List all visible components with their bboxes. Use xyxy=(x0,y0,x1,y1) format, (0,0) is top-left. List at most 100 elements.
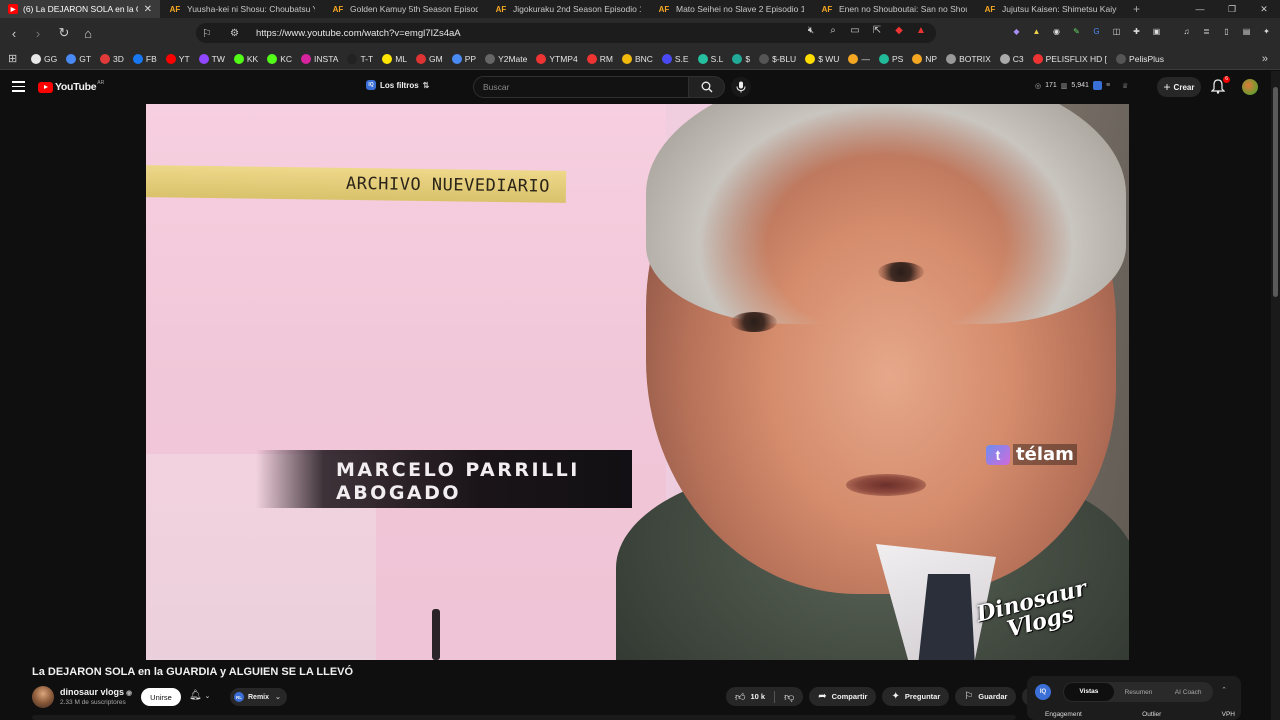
tab-ai-coach[interactable]: AI Coach xyxy=(1163,689,1213,696)
share-button[interactable]: ➦ Compartir xyxy=(809,687,877,706)
bookmark-item[interactable]: ML xyxy=(382,53,407,64)
join-button[interactable]: Unirse xyxy=(141,688,181,706)
more-bookmarks-icon[interactable]: » xyxy=(1262,53,1268,65)
voice-search-button[interactable] xyxy=(731,77,751,97)
url-text[interactable]: https://www.youtube.com/watch?v=emgl7IZs… xyxy=(256,28,461,39)
bookmark-item[interactable]: 3D xyxy=(100,53,124,64)
search-button[interactable] xyxy=(689,76,725,98)
extension-icon[interactable]: ◆ xyxy=(1010,25,1023,38)
bookmark-item[interactable]: YTMP4 xyxy=(536,53,578,64)
new-tab-button[interactable]: + xyxy=(1125,2,1148,16)
bookmark-item[interactable]: $ WU xyxy=(805,53,839,64)
remix-button[interactable]: RL Remix ⌄ xyxy=(230,688,287,706)
page-scrollbar[interactable] xyxy=(1271,71,1280,720)
tab-vistas[interactable]: Vistas xyxy=(1064,683,1114,701)
notifications-button[interactable]: 6 xyxy=(1210,76,1230,95)
browser-tab[interactable]: AF Enen no Shouboutai: San no Shou E xyxy=(812,0,975,18)
bookmark-item[interactable]: GM xyxy=(416,53,443,64)
browser-tab[interactable]: AF Jujutsu Kaisen: Shimetsu Kaiyuu - Ze xyxy=(975,0,1125,18)
close-tab-icon[interactable]: ✕ xyxy=(144,4,152,15)
like-count[interactable]: 10 k xyxy=(750,692,765,701)
wallet-icon[interactable]: ▤ xyxy=(1240,25,1253,38)
chevron-up-icon[interactable]: ⌃ xyxy=(1221,686,1227,694)
bookmark-item[interactable]: PP xyxy=(451,53,476,64)
bookmark-favicon-icon xyxy=(233,53,244,64)
bookmark-item[interactable]: FB xyxy=(132,53,157,64)
account-avatar[interactable] xyxy=(1242,79,1258,95)
bookmark-item[interactable]: PELISFLIX HD [ xyxy=(1032,53,1107,64)
youtube-logo[interactable]: YouTube AR xyxy=(38,80,104,93)
extension-icon[interactable]: G xyxy=(1090,25,1103,38)
bookmark-item[interactable]: INSTA xyxy=(301,53,338,64)
back-icon[interactable]: ‹ xyxy=(4,23,24,43)
close-window-icon[interactable]: ✕ xyxy=(1248,0,1280,18)
cast-icon[interactable]: ▭ xyxy=(848,25,862,36)
bookmark-item[interactable]: PS xyxy=(878,53,903,64)
browser-tab[interactable]: AF Yuusha-kei ni Shosu: Choubatsu Yu xyxy=(160,0,323,18)
bookmark-item[interactable]: TW xyxy=(198,53,225,64)
restore-icon[interactable]: ❐ xyxy=(1216,0,1248,18)
bookmark-item[interactable]: S.E xyxy=(661,53,689,64)
home-icon[interactable]: ⌂ xyxy=(78,23,98,43)
reload-icon[interactable]: ↻ xyxy=(54,23,74,43)
bookmark-item[interactable]: BNC xyxy=(621,53,653,64)
thumbs-down-icon[interactable]: 👎︎ xyxy=(784,691,794,703)
bookmark-item[interactable]: NP xyxy=(912,53,937,64)
alert-extension-icon[interactable]: ▲ xyxy=(914,25,928,36)
minimize-icon[interactable]: — xyxy=(1184,0,1216,18)
browser-tab[interactable]: AF Mato Seihei no Slave 2 Episodio 1 S xyxy=(649,0,812,18)
hamburger-menu-icon[interactable] xyxy=(12,81,25,93)
share-icon[interactable]: ⇱ xyxy=(870,25,884,36)
bookmark-item[interactable]: C3 xyxy=(999,53,1024,64)
sidebar-icon[interactable]: ▯ xyxy=(1220,25,1233,38)
site-settings-icon[interactable]: ⚙ xyxy=(230,28,246,39)
puzzle-icon[interactable]: ✚ xyxy=(1130,25,1143,38)
bookmark-item[interactable]: S.L xyxy=(697,53,723,64)
bookmark-item[interactable]: GG xyxy=(31,53,57,64)
bookmark-item[interactable]: KC xyxy=(267,53,292,64)
bookmark-item[interactable]: — xyxy=(848,53,870,64)
thumbs-up-icon[interactable]: 👍︎ xyxy=(735,691,745,703)
extension-icon[interactable]: ◫ xyxy=(1110,25,1123,38)
extension-icon[interactable]: ✎ xyxy=(1070,25,1083,38)
filters-button[interactable]: IQ Los filtros ⇅ xyxy=(366,80,429,90)
reading-list-icon[interactable]: ≣ xyxy=(1200,25,1213,38)
bookmark-item[interactable]: RM xyxy=(586,53,613,64)
channel-name[interactable]: dinosaur vlogs xyxy=(60,687,124,697)
bookmark-item[interactable]: $ xyxy=(732,53,750,64)
search-input[interactable] xyxy=(483,77,683,97)
save-button[interactable]: ⚐ Guardar xyxy=(955,687,1017,706)
forward-icon[interactable]: › xyxy=(28,23,48,43)
bookmark-item[interactable]: PelisPlus xyxy=(1116,53,1164,64)
scrollbar-thumb[interactable] xyxy=(1273,87,1278,297)
video-player[interactable]: ARCHIVO NUEVEDIARIO MARCELO PARRILLI ABO… xyxy=(146,104,1129,660)
shield-extension-icon[interactable]: ◆ xyxy=(892,25,906,36)
tab-resumen[interactable]: Resumen xyxy=(1114,689,1164,696)
browser-tab[interactable]: AF Jigokuraku 2nd Season Episodio 1 S xyxy=(486,0,649,18)
browser-tab-youtube[interactable]: ▶ (6) La DEJARON SOLA en la G ✕ xyxy=(0,0,160,18)
url-bar[interactable]: ⚐ ⚙ https://www.youtube.com/watch?v=emgl… xyxy=(196,23,936,43)
bookmark-item[interactable]: GT xyxy=(66,53,91,64)
bookmark-item[interactable]: KK xyxy=(233,53,258,64)
extension-icon[interactable]: ▲ xyxy=(1030,25,1043,38)
extension-icon[interactable]: ◉ xyxy=(1050,25,1063,38)
bookmark-item[interactable]: T-T xyxy=(347,53,373,64)
zoom-icon[interactable]: ⌕ xyxy=(826,25,840,36)
browser-tab[interactable]: AF Golden Kamuy 5th Season Episodio xyxy=(323,0,486,18)
apps-grid-icon[interactable]: ⊞ xyxy=(8,52,22,65)
bookmark-item[interactable]: $-BLU xyxy=(759,53,796,64)
bookmark-item[interactable]: BOTRIX xyxy=(946,53,991,64)
extension-icon[interactable]: ▣ xyxy=(1150,25,1163,38)
bookmark-icon[interactable]: ⚐ xyxy=(202,27,218,40)
channel-name-row[interactable]: dinosaur vlogs ◉ xyxy=(60,687,132,697)
create-button[interactable]: + Crear xyxy=(1157,77,1201,97)
music-icon[interactable]: ♫ xyxy=(1180,25,1193,38)
channel-avatar[interactable] xyxy=(32,686,54,708)
mute-icon[interactable]: 🔇︎ xyxy=(804,25,818,36)
bookmark-item[interactable]: Y2Mate xyxy=(485,53,527,64)
sparkle-icon[interactable]: ✦ xyxy=(1260,25,1273,38)
bookmark-item[interactable]: YT xyxy=(165,53,190,64)
subscription-bell-button[interactable]: 🔔︎ ⌄ xyxy=(189,690,210,701)
stats-widget[interactable]: ◎ 171 ▥ 5,941 ≡ ♕ xyxy=(1035,81,1128,90)
ask-button[interactable]: ✦ Preguntar xyxy=(882,687,950,706)
